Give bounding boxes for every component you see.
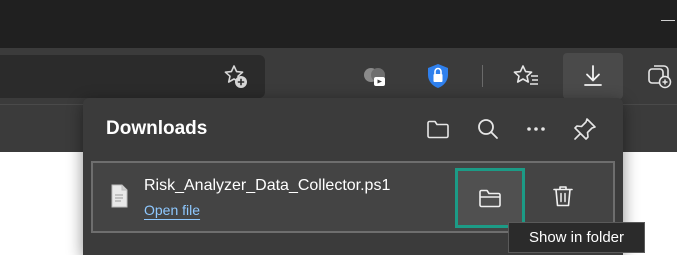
file-name: Risk_Analyzer_Data_Collector.ps1 [144, 177, 391, 194]
search-icon[interactable] [474, 115, 502, 143]
open-downloads-folder-icon[interactable] [424, 115, 452, 143]
downloads-button[interactable] [563, 53, 623, 99]
vpn-lock-icon[interactable] [424, 62, 452, 90]
file-icon [110, 184, 128, 213]
folder-icon [477, 185, 503, 211]
show-in-folder-tooltip: Show in folder [508, 222, 645, 253]
title-bar [0, 0, 677, 48]
downloads-title: Downloads [106, 118, 208, 139]
favorite-add-icon[interactable] [221, 62, 249, 90]
more-icon[interactable] [522, 115, 550, 143]
toolbar-separator [482, 65, 483, 87]
trash-icon [550, 183, 576, 209]
address-bar[interactable] [0, 55, 265, 98]
show-in-folder-button[interactable] [455, 168, 525, 228]
delete-button[interactable] [547, 180, 579, 212]
browser-toolbar [0, 48, 677, 104]
extension-icon[interactable] [361, 62, 389, 90]
downloads-icon [580, 63, 606, 89]
pin-icon[interactable] [571, 115, 599, 143]
minimize-icon[interactable] [661, 20, 675, 21]
open-file-link[interactable]: Open file [144, 202, 200, 218]
collections-icon[interactable] [645, 62, 673, 90]
favorites-icon[interactable] [512, 62, 540, 90]
